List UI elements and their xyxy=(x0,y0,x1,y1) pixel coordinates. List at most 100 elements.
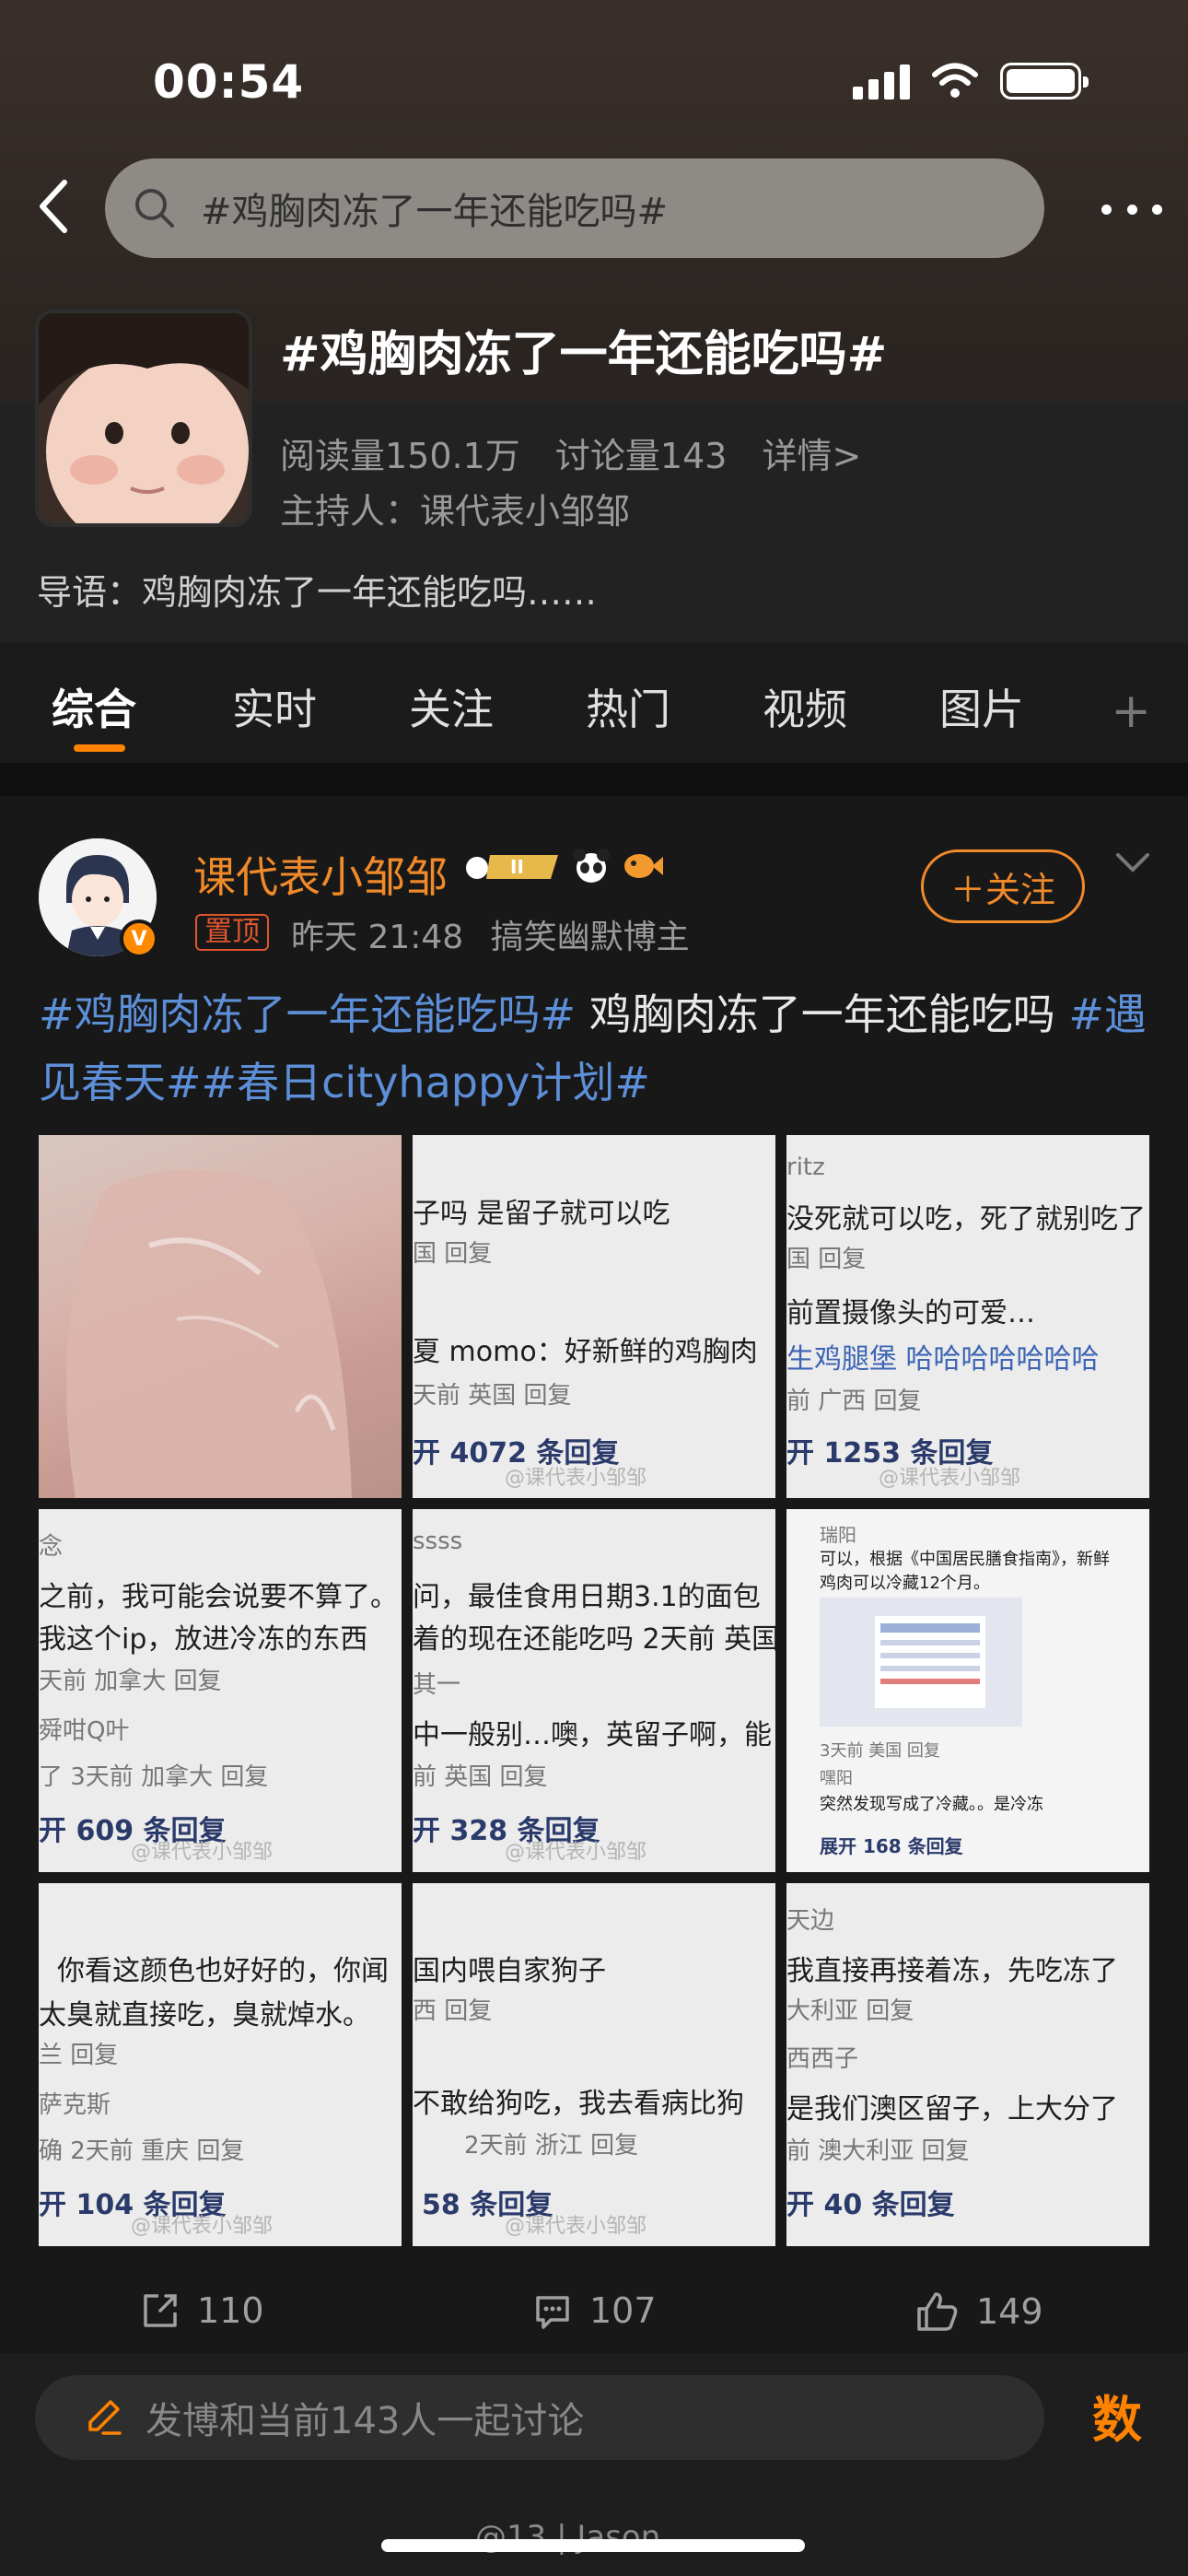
author-role: 搞笑幽默博主 xyxy=(490,919,690,956)
author-badges[interactable]: II xyxy=(462,846,663,886)
post-body-text: 鸡胸肉冻了一年还能吃吗 xyxy=(576,989,1069,1039)
image-text-line: 念 xyxy=(39,1533,64,1561)
baby-face-image xyxy=(39,313,249,523)
like-button[interactable]: 149 xyxy=(915,2290,1043,2333)
post-image-2[interactable]: 子吗 是留子就可以吃 国 回复 夏 momo：好新鲜的鸡胸肉 天前 英国 回复 … xyxy=(413,1135,775,1498)
comment-button[interactable]: 107 xyxy=(532,2290,657,2331)
home-indicator[interactable] xyxy=(381,2539,805,2552)
post-image-9[interactable]: 天边 我直接再接着冻，先吃冻了 大利亚 回复 西西子 是我们澳区留子，上大分了 … xyxy=(786,1883,1149,2246)
post-image-7[interactable]: 你看这颜色也好好的，你闻 太臭就直接吃，臭就焯水。 兰 回复 萨克斯 确 2天前… xyxy=(39,1883,402,2246)
image-text-line: 中一般别…噢，英留子啊，能 xyxy=(413,1719,772,1751)
image-text-line: 天前 加拿大 回复 xyxy=(39,1668,222,1695)
search-input[interactable]: #鸡胸肉冻了一年还能吃吗# xyxy=(105,158,1044,258)
image-watermark: @课代表小邹邹 xyxy=(131,2215,274,2238)
image-text-line: 没死就可以吃，死了就别吃了 xyxy=(786,1203,1146,1235)
share-count: 110 xyxy=(197,2290,264,2331)
image-text-line: 国 回复 xyxy=(786,1246,867,1273)
image-text-line: 西西子 xyxy=(786,2045,859,2073)
details-link[interactable]: 详情> xyxy=(763,436,862,476)
divider xyxy=(0,763,1188,796)
cellular-signal-icon xyxy=(853,63,910,100)
post-image-5[interactable]: ssss 问，最佳食用日期3.1的面包 着的现在还能吃吗 2天前 英国 其一 中… xyxy=(413,1509,775,1872)
image-text-line: 我这个ip，放进冷冻的东西 xyxy=(39,1623,368,1656)
image-watermark: @课代表小邹邹 xyxy=(879,1467,1021,1490)
image-text-line: 夏 momo：好新鲜的鸡胸肉 xyxy=(413,1336,758,1368)
tab-following[interactable]: 关注 xyxy=(409,676,494,737)
post-image-4[interactable]: 念 之前，我可能会说要不算了。 我这个ip，放进冷冻的东西 天前 加拿大 回复 … xyxy=(39,1509,402,1872)
tab-comprehensive[interactable]: 综合 xyxy=(52,676,136,737)
tab-hot[interactable]: 热门 xyxy=(586,676,670,737)
image-text-line: 突然发现写成了冷藏。。是冷冻 xyxy=(820,1795,1043,1814)
more-options-button[interactable] xyxy=(1101,186,1162,232)
image-text-line: 生鸡腿堡 哈哈哈哈哈哈哈 xyxy=(786,1343,1100,1376)
tab-images[interactable]: 图片 xyxy=(939,676,1024,737)
status-bar: 00:54 xyxy=(0,50,1188,114)
bottom-bar: 发博和当前143人一起讨论 数 @13 | Jason xyxy=(0,2353,1188,2576)
image-text-line: ritz xyxy=(786,1153,825,1181)
add-tab-icon[interactable]: + xyxy=(1111,684,1151,739)
image-text-line: 大利亚 回复 xyxy=(786,1997,914,2025)
image-text-line: 太臭就直接吃，臭就焯水。 xyxy=(39,1999,370,2032)
image-watermark: @课代表小邹邹 xyxy=(505,2215,647,2238)
image-watermark: @课代表小邹邹 xyxy=(131,1841,274,1864)
image-text-line: 前 广西 回复 xyxy=(786,1388,922,1415)
tab-realtime[interactable]: 实时 xyxy=(232,676,317,737)
image-text-line: 萨克斯 xyxy=(39,2091,111,2119)
image-text-line: 着的现在还能吃吗 2天前 英国 xyxy=(413,1623,775,1656)
wifi-icon xyxy=(932,63,978,98)
image-text-line: 之前，我可能会说要不算了。 xyxy=(39,1581,398,1613)
nav-row: #鸡胸肉冻了一年还能吃吗# xyxy=(0,158,1188,260)
share-button[interactable]: 110 xyxy=(140,2290,264,2331)
image-text-line: 确 2天前 重庆 回复 xyxy=(39,2137,245,2165)
back-button[interactable] xyxy=(24,177,83,236)
post-text: #鸡胸肉冻了一年还能吃吗# 鸡胸肉冻了一年还能吃吗 #遇见春天##春日cityh… xyxy=(39,980,1153,1117)
fish-icon xyxy=(624,854,663,878)
compose-placeholder: 发博和当前143人一起讨论 xyxy=(146,2400,585,2442)
topic-intro: 导语：鸡胸肉冻了一年还能吃吗…… xyxy=(37,572,598,613)
discussion-count: 讨论量143 xyxy=(554,436,728,476)
hashtag-link[interactable]: #鸡胸肉冻了一年还能吃吗# xyxy=(39,989,576,1039)
pinned-tag: 置顶 xyxy=(195,914,269,951)
topic-title: #鸡胸肉冻了一年还能吃吗# xyxy=(280,327,888,382)
image-text-line: 3天前 美国 回复 xyxy=(820,1741,940,1761)
data-button[interactable]: 数 xyxy=(1092,2379,1142,2452)
image-text-line: 我直接再接着冻，先吃冻了 xyxy=(786,1955,1118,1987)
image-watermark: @课代表小邹邹 xyxy=(505,1841,647,1864)
image-text-line: 了 3天前 加拿大 回复 xyxy=(39,1763,269,1791)
post-actions: 110 107 149 xyxy=(0,2290,1188,2355)
chevron-left-icon xyxy=(40,180,67,233)
post-image-8[interactable]: 国内喂自家狗子 西 回复 不敢给狗吃，我去看病比狗 2天前 浙江 回复 58 条… xyxy=(413,1883,775,2246)
topic-avatar[interactable] xyxy=(35,310,252,527)
image-text-line: 天边 xyxy=(786,1907,835,1935)
edit-pencil-icon xyxy=(88,2400,122,2435)
chevron-down-icon[interactable] xyxy=(1114,849,1151,877)
image-text-line: 前 英国 回复 xyxy=(413,1763,548,1791)
image-text-line: 你看这颜色也好好的，你闻 xyxy=(57,1955,389,1987)
compose-input[interactable]: 发博和当前143人一起讨论 xyxy=(35,2375,1044,2460)
svg-text:II: II xyxy=(510,856,524,878)
image-text-line: 西 回复 xyxy=(413,1997,493,2025)
nutrition-table-thumbnail xyxy=(820,1598,1022,1727)
level-badge-icon: II xyxy=(466,855,558,879)
status-time: 00:54 xyxy=(153,55,305,109)
share-icon xyxy=(144,2294,177,2327)
panda-icon xyxy=(573,849,610,883)
thumbs-up-icon xyxy=(917,2292,958,2331)
status-icons xyxy=(853,63,1089,100)
image-text-line: 子吗 是留子就可以吃 xyxy=(413,1198,670,1230)
post-image-6[interactable]: 瑞阳 可以，根据《中国居民膳食指南》，新鲜 鸡肉可以冷藏12个月。 3天前 美国… xyxy=(786,1509,1149,1872)
post-time: 昨天 21:48 xyxy=(291,919,464,956)
post-image-1[interactable] xyxy=(39,1135,402,1498)
author-name[interactable]: 课代表小邹邹 xyxy=(193,844,448,905)
image-text-line: 兰 回复 xyxy=(39,2042,119,2069)
follow-button[interactable]: ＋关注 xyxy=(921,849,1085,923)
tab-video[interactable]: 视频 xyxy=(763,676,847,737)
image-watermark: @课代表小邹邹 xyxy=(505,1467,647,1490)
image-text-line: 其一 xyxy=(413,1671,461,1699)
topic-host[interactable]: 主持人：课代表小邹邹 xyxy=(280,483,630,533)
image-text-line: 嘿阳 xyxy=(820,1769,853,1788)
image-text-line: 鸡肉可以冷藏12个月。 xyxy=(820,1574,990,1593)
image-text-line: ssss xyxy=(413,1528,463,1555)
search-icon xyxy=(135,189,174,228)
post-image-3[interactable]: ritz 没死就可以吃，死了就别吃了 国 回复 前置摄像头的可爱… 生鸡腿堡 哈… xyxy=(786,1135,1149,1498)
